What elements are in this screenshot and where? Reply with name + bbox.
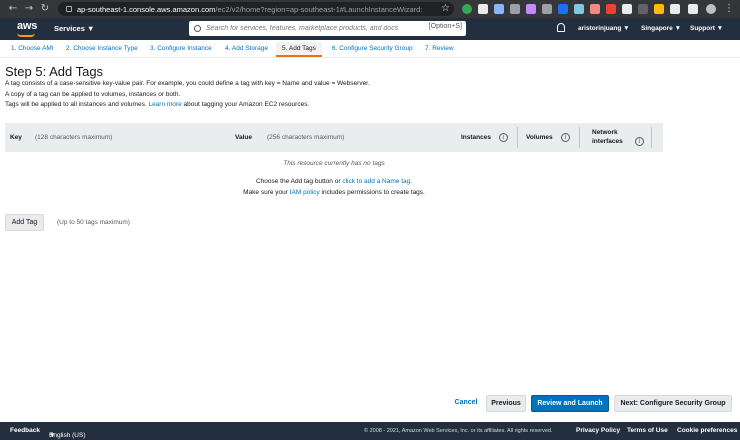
column-network-interfaces: interfaces: [592, 138, 623, 145]
extension-icon[interactable]: [494, 4, 504, 14]
extension-icon[interactable]: [590, 4, 600, 14]
account-name: aristorinjuang: [578, 25, 622, 32]
page-description: A copy of a tag can be applied to volume…: [5, 91, 181, 98]
column-value-hint: (256 characters maximum): [267, 134, 345, 141]
extension-icon[interactable]: [510, 4, 520, 14]
aws-logo-text: aws: [17, 20, 38, 32]
description-text: about tagging your Amazon EC2 resources.: [181, 101, 310, 108]
step-choose-ami[interactable]: 1. Choose AMI: [11, 45, 54, 52]
support-menu[interactable]: Support ▼: [690, 25, 723, 32]
page-title: Step 5: Add Tags: [5, 64, 104, 79]
instruction-text: .: [410, 178, 413, 185]
extension-icon[interactable]: [542, 4, 552, 14]
region-name: Singapore: [641, 25, 673, 32]
cancel-button[interactable]: Cancel: [449, 395, 483, 412]
extension-icon[interactable]: [526, 4, 536, 14]
tags-table-header: Key (128 characters maximum) Value (256 …: [5, 123, 663, 152]
empty-tags-instruction: Choose the Add tag button or click to ad…: [5, 178, 663, 185]
region-menu[interactable]: Singapore ▼: [641, 25, 681, 32]
aws-smile-icon: [17, 33, 35, 37]
extension-icon[interactable]: [670, 4, 680, 14]
support-label: Support: [690, 25, 715, 32]
previous-button[interactable]: Previous: [486, 395, 526, 412]
services-label: Services: [54, 24, 85, 33]
extension-icon[interactable]: [478, 4, 488, 14]
copyright-text: © 2008 - 2021, Amazon Web Services, Inc.…: [364, 428, 553, 434]
column-divider: [651, 127, 652, 148]
step-configure-security-group[interactable]: 6. Configure Security Group: [332, 45, 413, 52]
services-menu[interactable]: Services ▼: [54, 24, 94, 33]
extension-icon[interactable]: [606, 4, 616, 14]
profile-avatar[interactable]: [706, 4, 716, 14]
caret-down-icon: ▼: [716, 25, 724, 32]
extension-icon[interactable]: [654, 4, 664, 14]
next-configure-security-group-button[interactable]: Next: Configure Security Group: [614, 395, 732, 412]
url-path: /ec2/v2/home?region=ap-southeast-1#Launc…: [215, 4, 423, 14]
wizard-steps: 1. Choose AMI 2. Choose Instance Type 3.…: [0, 40, 740, 58]
learn-more-link[interactable]: Learn more: [148, 101, 181, 108]
search-box[interactable]: [Option+S]: [189, 21, 466, 36]
column-key: Key: [10, 134, 22, 141]
bell-icon[interactable]: [557, 23, 565, 32]
extension-icon[interactable]: [462, 4, 472, 14]
info-icon[interactable]: i: [635, 137, 644, 146]
iam-policy-link[interactable]: IAM policy: [290, 189, 320, 196]
account-menu[interactable]: aristorinjuang ▼: [578, 25, 630, 32]
aws-logo[interactable]: aws: [17, 20, 38, 37]
extension-icon[interactable]: [558, 4, 568, 14]
step-add-tags[interactable]: 5. Add Tags: [276, 42, 322, 57]
step-choose-instance-type[interactable]: 2. Choose Instance Type: [66, 45, 138, 52]
back-arrow-icon[interactable]: ←: [6, 3, 20, 14]
url-host: ap-southeast-1.console.aws.amazon.com: [77, 4, 216, 14]
console-footer: Feedback English (US) ▼ © 2008 - 2021, A…: [0, 422, 740, 440]
cookie-preferences-link[interactable]: Cookie preferences: [677, 427, 737, 434]
extension-icon[interactable]: [622, 4, 632, 14]
add-tag-button[interactable]: Add Tag: [5, 214, 44, 231]
puzzle-icon[interactable]: [688, 4, 698, 14]
column-network-interfaces: Network: [592, 129, 618, 136]
extension-icon[interactable]: [638, 4, 648, 14]
terms-of-use-link[interactable]: Terms of Use: [627, 427, 668, 434]
forward-arrow-icon[interactable]: →: [22, 3, 36, 14]
page-description: A tag consists of a case-sensitive key-v…: [5, 80, 370, 87]
column-divider: [579, 127, 580, 148]
column-volumes: Volumes: [526, 134, 553, 141]
description-text: Tags will be applied to all instances an…: [5, 101, 149, 108]
search-icon: [194, 25, 201, 32]
instruction-text: Choose the Add tag button or: [255, 178, 343, 185]
feedback-link[interactable]: Feedback: [10, 427, 40, 434]
step-add-storage[interactable]: 4. Add Storage: [225, 45, 268, 52]
step-review[interactable]: 7. Review: [425, 45, 454, 52]
extension-icon[interactable]: [574, 4, 584, 14]
iam-note-text: includes permissions to create tags.: [319, 189, 425, 196]
address-bar[interactable]: ap-southeast-1.console.aws.amazon.com /e…: [58, 2, 454, 16]
browser-toolbar: ← → ↻ ap-southeast-1.console.aws.amazon.…: [0, 0, 740, 18]
lock-icon: [66, 6, 72, 12]
iam-policy-note: Make sure your IAM policy includes permi…: [5, 189, 663, 196]
search-shortcut: [Option+S]: [428, 23, 462, 30]
info-icon[interactable]: i: [499, 133, 508, 142]
page-description: Tags will be applied to all instances an…: [5, 101, 309, 108]
aws-navbar: aws Services ▼ [Option+S] aristorinjuang…: [0, 18, 740, 40]
caret-down-icon: ▼: [674, 25, 682, 32]
privacy-policy-link[interactable]: Privacy Policy: [576, 427, 620, 434]
add-name-tag-link[interactable]: click to add a Name tag: [342, 178, 410, 185]
review-and-launch-button[interactable]: Review and Launch: [531, 395, 609, 412]
info-icon[interactable]: i: [561, 133, 570, 142]
step-configure-instance[interactable]: 3. Configure Instance: [150, 45, 212, 52]
bookmark-star-icon[interactable]: ☆: [441, 3, 450, 14]
caret-down-icon: ▼: [623, 25, 630, 32]
search-input[interactable]: [206, 25, 416, 32]
add-tag-hint: (Up to 50 tags maximum): [57, 219, 130, 226]
menu-kebab-icon[interactable]: ⋮: [722, 3, 736, 14]
reload-icon[interactable]: ↻: [38, 3, 52, 14]
caret-down-icon: ▼: [86, 24, 95, 33]
iam-note-text: Make sure your: [243, 189, 290, 196]
column-value: Value: [235, 134, 252, 141]
column-key-hint: (128 characters maximum): [35, 134, 113, 141]
caret-down-icon: ▼: [49, 432, 56, 439]
column-instances: Instances: [461, 134, 491, 141]
column-divider: [517, 127, 518, 148]
empty-tags-message: This resource currently has no tags: [283, 160, 385, 167]
